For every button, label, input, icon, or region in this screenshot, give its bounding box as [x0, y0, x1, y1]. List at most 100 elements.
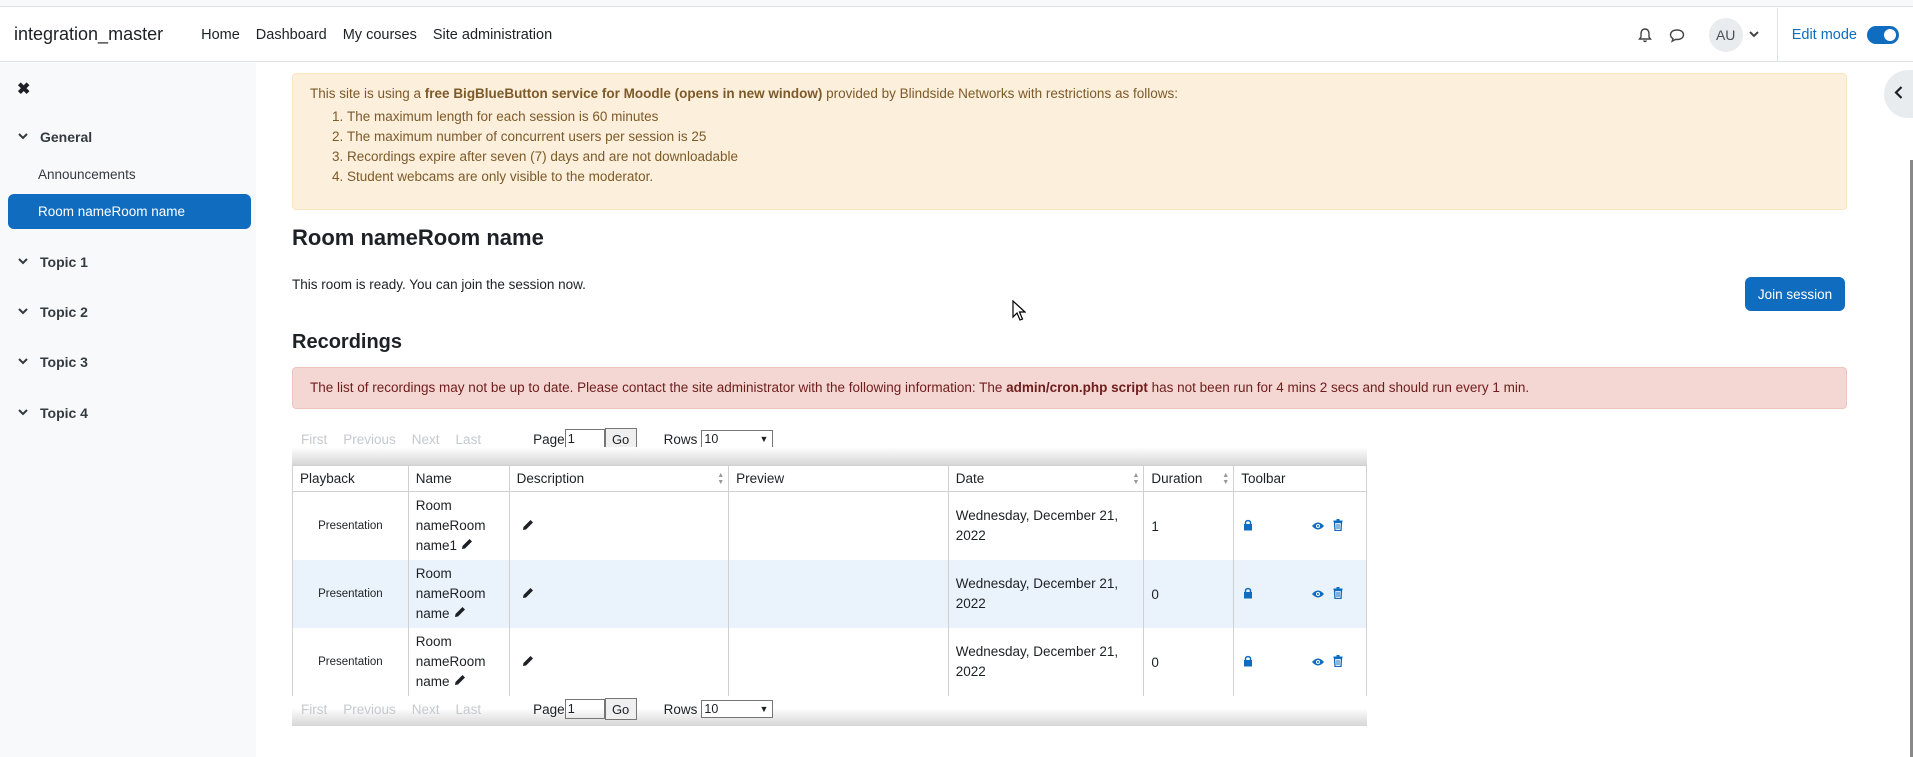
drawer-item-announcements[interactable]: Announcements	[38, 167, 136, 182]
trash-icon[interactable]	[1333, 654, 1343, 670]
nav-home[interactable]: Home	[193, 27, 248, 43]
chevron-down-icon[interactable]	[18, 407, 28, 419]
sort-icon: ▲ ▼	[1132, 472, 1140, 486]
pager-first[interactable]: First	[301, 432, 327, 447]
pager-next[interactable]: Next	[412, 432, 440, 447]
playback-link[interactable]: Presentation	[293, 628, 409, 696]
lock-icon[interactable]	[1243, 519, 1253, 534]
section-label[interactable]: Topic 3	[40, 354, 88, 370]
pencil-icon[interactable]	[454, 672, 466, 692]
chevron-left-icon	[1894, 85, 1903, 103]
go-button[interactable]: Go	[604, 698, 637, 720]
section-general[interactable]: General	[18, 129, 92, 145]
notice-intro-post: provided by Blindside Networks with rest…	[822, 86, 1178, 101]
section-label[interactable]: General	[40, 129, 92, 145]
chevron-down-icon[interactable]	[18, 256, 28, 268]
col-toolbar: Toolbar	[1241, 471, 1286, 486]
page-input[interactable]: 1	[564, 699, 605, 719]
rows-select[interactable]: 10 ▼	[701, 430, 774, 448]
col-duration-label: Duration	[1151, 471, 1203, 486]
chevron-down-icon[interactable]	[18, 356, 28, 368]
list-item: Student webcams are only visible to the …	[347, 167, 1829, 187]
col-date[interactable]: Date ▲ ▼	[949, 466, 1145, 491]
table-header-shade	[292, 447, 1367, 465]
section-label[interactable]: Topic 1	[40, 254, 88, 270]
pencil-icon[interactable]	[522, 587, 534, 602]
list-item: Recordings expire after seven (7) days a…	[347, 147, 1829, 167]
message-icon[interactable]	[1666, 24, 1688, 46]
eye-icon[interactable]	[1311, 587, 1325, 602]
lock-icon[interactable]	[1243, 655, 1253, 670]
eye-icon[interactable]	[1311, 655, 1325, 670]
pencil-icon[interactable]	[522, 519, 534, 534]
pager-next[interactable]: Next	[412, 702, 440, 717]
notice-intro: This site is using a free BigBlueButton …	[310, 85, 1829, 103]
recording-name: Room nameRoom name1	[409, 492, 510, 560]
chevron-down-icon[interactable]	[18, 131, 28, 143]
col-name: Name	[409, 466, 510, 491]
block-drawer-toggle[interactable]	[1884, 70, 1913, 118]
playback-link[interactable]: Presentation	[293, 560, 409, 628]
section-label[interactable]: Topic 2	[40, 304, 88, 320]
lock-icon[interactable]	[1243, 587, 1253, 602]
table-row: Presentation Room nameRoom name1 Wednesd…	[293, 492, 1366, 560]
pager-first[interactable]: First	[301, 702, 327, 717]
section-topic-1[interactable]: Topic 1	[18, 254, 88, 270]
trash-icon[interactable]	[1333, 518, 1343, 534]
cron-warning-alert: The list of recordings may not be up to …	[292, 367, 1847, 409]
nav-dashboard[interactable]: Dashboard	[248, 27, 335, 43]
table-row: Presentation Room nameRoom name Wednesda…	[293, 560, 1366, 628]
recording-preview	[729, 492, 949, 560]
join-session-button[interactable]: Join session	[1745, 277, 1845, 311]
drawer-item-room-active[interactable]: Room nameRoom name	[8, 194, 251, 229]
notice-service-link[interactable]: free BigBlueButton service for Moodle (o…	[425, 86, 823, 101]
page-input[interactable]: 1	[564, 429, 605, 449]
pager-previous[interactable]: Previous	[343, 702, 396, 717]
chevron-down-icon: ▼	[759, 704, 769, 714]
navbar-right: AU Edit mode	[1629, 8, 1913, 62]
section-topic-2[interactable]: Topic 2	[18, 304, 88, 320]
browser-top-strip	[0, 0, 1913, 7]
recording-toolbar	[1234, 492, 1366, 560]
user-avatar[interactable]: AU	[1708, 18, 1743, 52]
pager-last[interactable]: Last	[456, 432, 482, 447]
list-item: The maximum number of concurrent users p…	[347, 127, 1829, 147]
rows-select[interactable]: 10 ▼	[701, 700, 774, 718]
col-description-label: Description	[516, 471, 585, 486]
col-date-label: Date	[955, 471, 985, 486]
pencil-icon[interactable]	[454, 604, 466, 624]
col-duration[interactable]: Duration ▲ ▼	[1144, 466, 1235, 491]
chevron-down-icon[interactable]	[18, 306, 28, 318]
recording-description	[510, 560, 730, 628]
col-description[interactable]: Description ▲ ▼	[510, 466, 730, 491]
page-title: Room nameRoom name	[292, 225, 544, 250]
nav-my-courses[interactable]: My courses	[335, 27, 425, 43]
nav-site-administration[interactable]: Site administration	[425, 27, 560, 43]
playback-link[interactable]: Presentation	[293, 492, 409, 560]
section-topic-3[interactable]: Topic 3	[18, 354, 88, 370]
rows-label: Rows	[663, 701, 698, 717]
pencil-icon[interactable]	[461, 536, 473, 556]
recording-description	[510, 492, 730, 560]
rows-select-value: 10	[704, 702, 719, 716]
eye-icon[interactable]	[1311, 519, 1325, 534]
pager-last[interactable]: Last	[456, 702, 482, 717]
user-menu-chevron-icon[interactable]	[1748, 30, 1759, 41]
recording-duration: 0	[1144, 628, 1235, 696]
section-topic-4[interactable]: Topic 4	[18, 405, 88, 421]
list-item: The maximum length for each session is 6…	[347, 107, 1829, 127]
recording-duration: 1	[1144, 492, 1235, 560]
warning-text-pre: The list of recordings may not be up to …	[310, 380, 1007, 395]
section-label[interactable]: Topic 4	[40, 405, 88, 421]
notice-intro-pre: This site is using a	[310, 86, 425, 101]
edit-mode-toggle[interactable]	[1867, 26, 1899, 44]
pager-previous[interactable]: Previous	[343, 432, 396, 447]
recording-preview	[729, 628, 949, 696]
sort-icon: ▲ ▼	[717, 472, 725, 486]
bell-icon[interactable]	[1634, 24, 1656, 46]
edit-mode-label[interactable]: Edit mode	[1792, 27, 1857, 43]
pencil-icon[interactable]	[522, 655, 534, 670]
trash-icon[interactable]	[1333, 586, 1343, 602]
close-icon[interactable]: ✖	[17, 79, 30, 99]
site-brand[interactable]: integration_master	[14, 24, 163, 45]
